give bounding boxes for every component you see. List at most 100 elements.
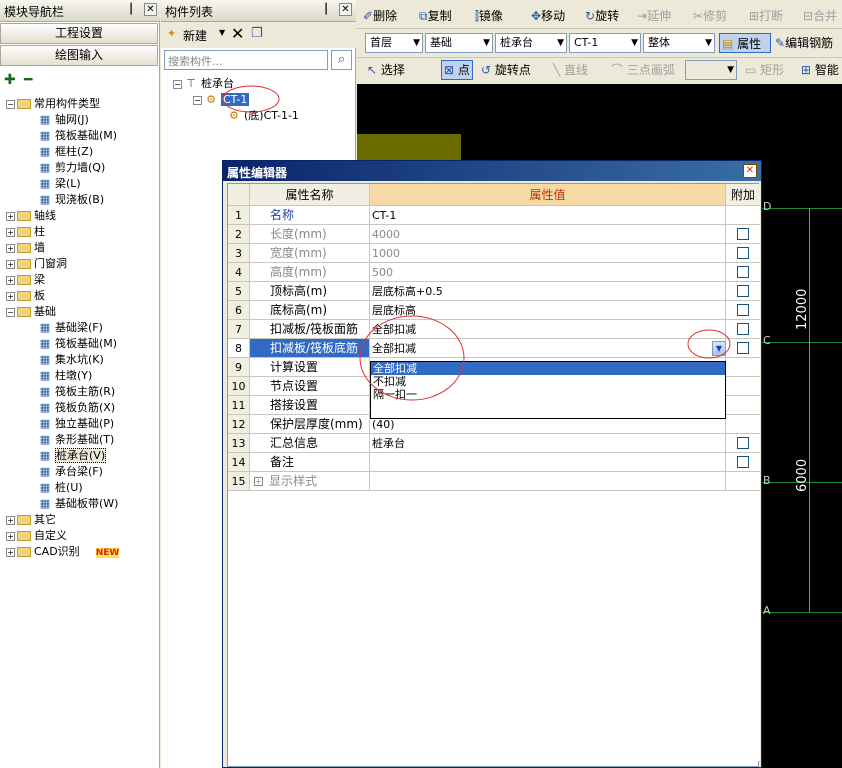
property-row[interactable]: 14 备注 [228,453,760,472]
nav-tree-item[interactable]: + 梁 [6,272,45,288]
drawing-input-button[interactable]: 绘图输入 [0,45,158,66]
point-tool[interactable]: ⊠ 点 [441,60,473,80]
nav-tree-item[interactable]: ▦ 筏板主筋(R) [38,384,115,400]
extra-checkbox[interactable] [737,285,749,297]
property-row[interactable]: 1 名称 CT-1 [228,206,760,225]
select-tool[interactable]: ↖ 选择 [367,60,405,80]
expand-all-icon[interactable]: ✚ [4,72,16,88]
nav-tree-item[interactable]: ▦ 桩承台(V) [38,448,107,464]
collapse-icon[interactable]: − [173,79,182,89]
property-value[interactable]: 桩承台 [370,434,726,453]
mirror-button[interactable]: ⫿镜像 [475,6,503,26]
property-value[interactable]: 1000 [370,244,726,263]
expand-icon[interactable]: + [6,243,15,253]
line-tool[interactable]: ╲ 直线 [553,60,588,80]
expand-icon[interactable]: + [6,515,15,525]
nav-tree-item[interactable]: ▦ 梁(L) [38,176,81,192]
property-value[interactable] [370,453,726,472]
pile-cap-shape[interactable] [357,134,461,160]
nav-tree-item[interactable]: ▦ 条形基础(T) [38,432,115,448]
nav-tree-item[interactable]: + 柱 [6,224,45,240]
attribute-button[interactable]: ▤ 属性 [719,33,771,53]
property-value[interactable]: CT-1 [370,206,726,225]
property-row[interactable]: 2 长度(mm) 4000 [228,225,760,244]
extra-checkbox[interactable] [737,456,749,468]
rectangle-tool[interactable]: ▭ 矩形 [745,60,784,80]
nav-tree-item[interactable]: ▦ 现浇板(B) [38,192,104,208]
arc-tool[interactable]: ⌒ 三点画弧 [611,60,675,80]
extra-checkbox[interactable] [737,304,749,316]
type-select[interactable]: 桩承台 ▼ [495,33,567,53]
extra-checkbox[interactable] [737,323,749,335]
rotate-point-tool[interactable]: ↺ 旋转点 [481,60,531,80]
extend-button[interactable]: ⇥延伸 [637,6,671,26]
nav-tree-item[interactable]: ▦ 轴网(J) [38,112,89,128]
property-value[interactable] [370,472,726,491]
nav-tree-item[interactable]: + 墙 [6,240,45,256]
property-value[interactable]: 500 [370,263,726,282]
nav-tree-item[interactable]: − 常用构件类型 [6,96,100,112]
property-value[interactable]: 4000 [370,225,726,244]
close-icon[interactable]: ✕ [339,3,352,16]
collapse-all-icon[interactable]: ━ [24,72,32,88]
rotate-button[interactable]: ↻旋转 [585,6,619,26]
extra-checkbox[interactable] [737,437,749,449]
search-input[interactable]: 搜索构件... [164,50,328,70]
floor-select[interactable]: 首层 ▼ [365,33,423,53]
nav-tree-item[interactable]: ▦ 桩(U) [38,480,83,496]
pin-icon[interactable]: ┃ [323,4,329,15]
mode-select[interactable]: 整体 ▼ [643,33,715,53]
expand-icon[interactable]: + [6,275,15,285]
collapse-icon[interactable]: − [193,95,202,105]
expand-icon[interactable]: + [6,259,15,269]
nav-tree-item[interactable]: ▦ 独立基础(P) [38,416,114,432]
property-row[interactable]: 15 + 显示样式 [228,472,760,491]
copy-button[interactable]: ⧉复制 [419,6,452,26]
nav-tree-item[interactable]: ▦ 剪力墙(Q) [38,160,105,176]
new-button[interactable]: 新建 [183,27,207,44]
property-row[interactable]: 8 扣减板/筏板底筋 全部扣减 ▼ [228,339,760,358]
nav-tree-item[interactable]: ▦ 基础梁(F) [38,320,103,336]
property-row[interactable]: 6 底标高(m) 层底标高 [228,301,760,320]
property-row[interactable]: 7 扣减板/筏板面筋 全部扣减 [228,320,760,339]
property-row[interactable]: 3 宽度(mm) 1000 [228,244,760,263]
expand-icon[interactable]: + [6,547,15,557]
search-icon[interactable]: ⌕ [331,50,352,70]
property-row[interactable]: 5 顶标高(m) 层底标高+0.5 [228,282,760,301]
extra-checkbox[interactable] [737,228,749,240]
expand-icon[interactable]: + [6,531,15,541]
extra-checkbox[interactable] [737,247,749,259]
expand-icon[interactable]: + [254,477,263,486]
trim-button[interactable]: ✂修剪 [693,6,727,26]
break-button[interactable]: ⊞打断 [749,6,783,26]
nav-tree-item[interactable]: ▦ 框柱(Z) [38,144,93,160]
nav-tree-item[interactable]: + 其它 [6,512,56,528]
dialog-close-button[interactable]: ✕ [743,164,757,178]
nav-tree-item[interactable]: + 板 [6,288,45,304]
edit-rebar-button[interactable]: ✎编辑钢筋 [775,33,833,53]
nav-tree-item[interactable]: ▦ 筏板基础(M) [38,336,117,352]
merge-button[interactable]: ⊟合并 [803,6,837,26]
copy-icon[interactable]: ❐ [251,26,263,41]
expand-icon[interactable]: + [6,211,15,221]
arc-param-select[interactable]: ▼ [685,60,737,80]
property-row[interactable]: 13 汇总信息 桩承台 [228,434,760,453]
property-row[interactable]: 4 高度(mm) 500 [228,263,760,282]
delete-button[interactable]: ✐删除 [363,6,397,26]
project-settings-button[interactable]: 工程设置 [0,23,158,44]
nav-tree-item[interactable]: + CAD识别 NEW [6,544,120,560]
extra-checkbox[interactable] [737,342,749,354]
nav-tree-item[interactable]: ▦ 筏板基础(M) [38,128,117,144]
property-value[interactable]: 层底标高+0.5 [370,282,726,301]
category-select[interactable]: 基础 ▼ [425,33,493,53]
nav-tree-item[interactable]: + 轴线 [6,208,56,224]
nav-tree-item[interactable]: + 门窗洞 [6,256,67,272]
move-button[interactable]: ✥移动 [531,6,565,26]
collapse-icon[interactable]: − [6,307,15,317]
delete-icon[interactable]: ✕ [231,24,244,43]
nav-tree-item[interactable]: ▦ 筏板负筋(X) [38,400,115,416]
extra-checkbox[interactable] [737,266,749,278]
pin-icon[interactable]: ┃ [128,4,134,15]
component-select[interactable]: CT-1 ▼ [569,33,641,53]
nav-tree-item[interactable]: ▦ 集水坑(K) [38,352,104,368]
